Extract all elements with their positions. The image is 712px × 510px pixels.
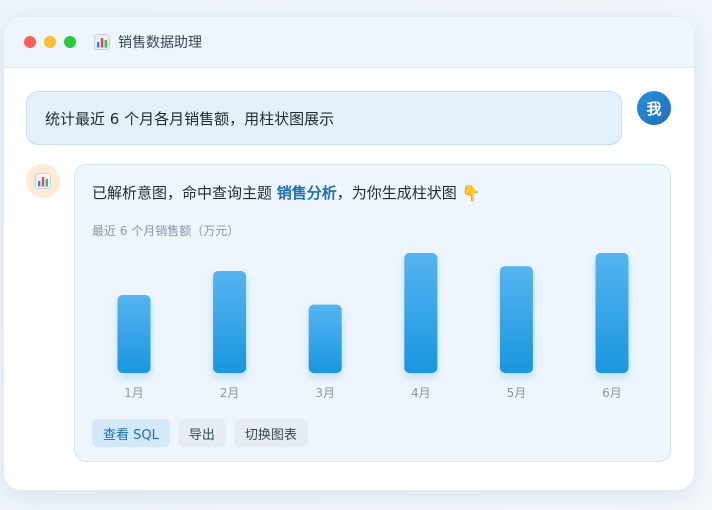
close-window-button[interactable] — [24, 36, 36, 48]
user-message-text: 统计最近 6 个月各月销售额，用柱状图展示 — [45, 109, 335, 128]
pointing-down-icon: 👇 — [461, 184, 481, 202]
bar-6[interactable] — [595, 253, 629, 373]
title-bar: 销售数据助理 — [4, 17, 694, 68]
bar-chart-icon — [35, 173, 51, 189]
query-topic-link[interactable]: 销售分析 — [277, 184, 337, 202]
x-tick-label: 1月 — [124, 386, 144, 400]
x-tick-label: 3月 — [315, 386, 335, 400]
minimize-window-button[interactable] — [44, 36, 56, 48]
app-window: 销售数据助理 统计最近 6 个月各月销售额，用柱状图展示 我 已解析意图，命中查… — [3, 16, 695, 491]
bar-chart: 1月 2月 3月 4月 5月 6月 — [117, 253, 629, 400]
bar-2[interactable] — [213, 271, 247, 373]
user-avatar: 我 — [637, 91, 671, 125]
chart-title: 最近 6 个月销售额（万元） — [92, 224, 240, 238]
bar-chart-icon — [94, 34, 110, 50]
maximize-window-button[interactable] — [64, 36, 76, 48]
bot-message-text: 已解析意图，命中查询主题 销售分析，为你生成柱状图 👇 — [92, 182, 480, 203]
bot-avatar — [26, 164, 60, 198]
x-tick-label: 6月 — [602, 386, 622, 400]
bar-1[interactable] — [117, 295, 151, 373]
user-avatar-label: 我 — [646, 99, 662, 118]
bar-3[interactable] — [308, 304, 342, 373]
bot-message-card: 已解析意图，命中查询主题 销售分析，为你生成柱状图 👇 最近 6 个月销售额（万… — [74, 164, 671, 462]
x-tick-label: 2月 — [220, 386, 240, 400]
bar-5[interactable] — [499, 266, 533, 373]
switch-chart-button[interactable]: 切换图表 — [233, 419, 308, 447]
bar-4[interactable] — [404, 253, 438, 373]
bot-text-after: ，为你生成柱状图 — [336, 184, 462, 202]
bot-text-before: 已解析意图，命中查询主题 — [92, 184, 277, 202]
x-tick-label: 4月 — [411, 386, 431, 400]
user-message-bubble: 统计最近 6 个月各月销售额，用柱状图展示 — [26, 91, 622, 145]
action-bar: 查看 SQL 导出 切换图表 — [92, 419, 308, 447]
export-button[interactable]: 导出 — [177, 419, 226, 447]
x-tick-label: 5月 — [507, 386, 527, 400]
view-sql-button[interactable]: 查看 SQL — [92, 419, 170, 447]
window-title: 销售数据助理 — [118, 35, 202, 51]
